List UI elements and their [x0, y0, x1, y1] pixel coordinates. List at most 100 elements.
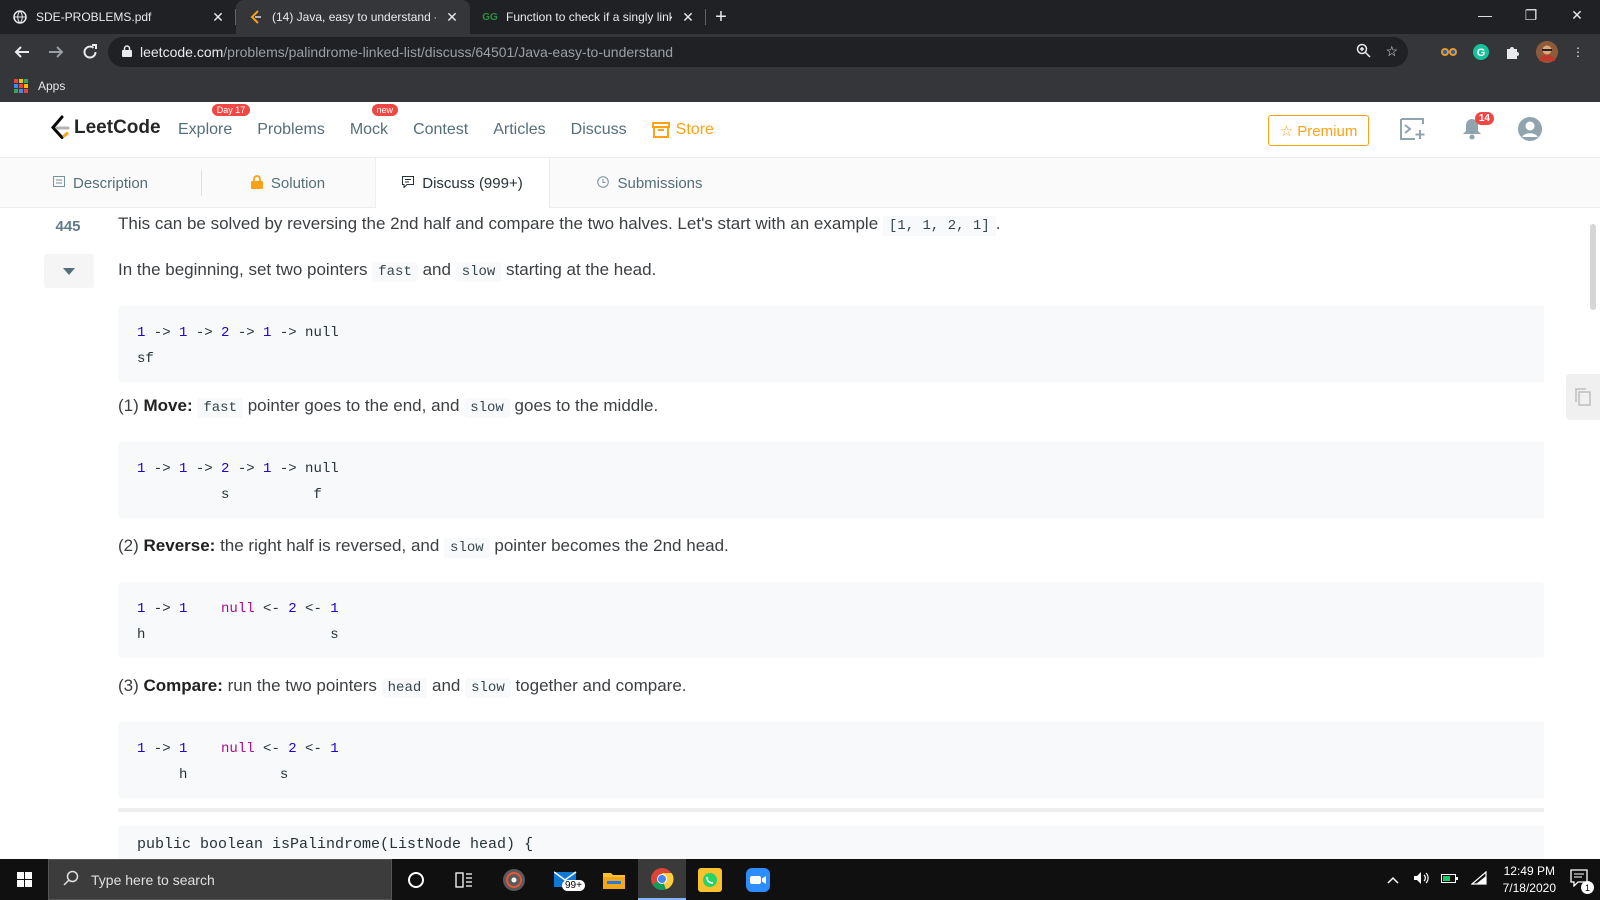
user-avatar-icon[interactable] — [1517, 116, 1543, 147]
tab-label: Submissions — [617, 174, 703, 192]
nav-contest[interactable]: Contest — [413, 121, 468, 139]
close-icon[interactable]: ✕ — [210, 9, 226, 26]
profile-avatar[interactable] — [1535, 40, 1559, 64]
extension-owl-icon[interactable] — [1437, 40, 1461, 64]
text: and — [432, 676, 461, 695]
nav-label: Problems — [257, 121, 325, 138]
tab-title: (14) Java, easy to understand - Le — [272, 10, 436, 24]
tab-leetcode[interactable]: (14) Java, easy to understand - Le ✕ — [236, 0, 470, 34]
bold-text: Reverse: — [143, 536, 216, 555]
nav-explore[interactable]: Explore Day 17 — [178, 104, 251, 139]
bookmark-star-icon[interactable]: ☆ — [1385, 43, 1398, 61]
nav-articles[interactable]: Articles — [493, 121, 545, 139]
intro-paragraph: This can be solved by reversing the 2nd … — [118, 212, 1000, 237]
url-text: leetcode.com/problems/palindrome-linked-… — [140, 44, 673, 60]
playground-icon[interactable] — [1400, 118, 1426, 145]
back-arrow-icon[interactable] — [6, 36, 38, 68]
primary-nav: Explore Day 17 Problems Mock new Contest… — [178, 102, 739, 158]
minimize-icon[interactable]: — — [1462, 0, 1508, 30]
inline-code: slow — [444, 538, 490, 558]
leetcode-logo[interactable]: LeetCode — [48, 114, 161, 142]
zoom-app-icon[interactable] — [734, 859, 782, 900]
system-tray: 12:49 PM 7/18/2020 1 — [1379, 859, 1600, 900]
lock-icon[interactable] — [114, 44, 140, 60]
url-host: leetcode.com — [140, 44, 224, 60]
code-block: 1 -> 1 null <- 2 <- 1 h s — [118, 582, 1544, 658]
apps-shortcut[interactable]: Apps — [38, 79, 65, 93]
tab-sde-problems[interactable]: SDE-PROBLEMS.pdf ✕ — [0, 0, 236, 34]
whatsapp-icon[interactable] — [686, 859, 734, 900]
tab-description[interactable]: Description — [0, 158, 201, 208]
volume-icon[interactable] — [1413, 871, 1429, 888]
close-icon[interactable]: ✕ — [444, 9, 460, 26]
vote-count: 445 — [55, 218, 81, 235]
windows-logo-icon — [16, 872, 32, 887]
nav-mock[interactable]: Mock new — [349, 104, 399, 139]
bell-icon[interactable]: 14 — [1462, 112, 1494, 145]
nav-store[interactable]: Store — [651, 121, 714, 139]
forward-arrow-icon[interactable] — [40, 36, 72, 68]
close-window-icon[interactable]: ✕ — [1554, 0, 1600, 30]
search-icon — [63, 870, 79, 890]
battery-icon[interactable] — [1440, 872, 1459, 887]
wifi-icon[interactable] — [1469, 870, 1487, 888]
step-reverse-paragraph: (2) Reverse: the right half is reversed,… — [118, 534, 729, 559]
premium-button[interactable]: ☆ Premium — [1268, 115, 1369, 146]
address-bar[interactable]: leetcode.com/problems/palindrome-linked-… — [108, 37, 1408, 67]
chrome-menu-icon[interactable]: ⋮ — [1566, 40, 1590, 64]
inline-code: slow — [464, 398, 510, 418]
nav-label: Mock — [349, 121, 389, 138]
inline-code: fast — [197, 398, 243, 418]
taskbar-search[interactable]: Type here to search — [48, 859, 392, 900]
text: goes to the middle. — [514, 396, 659, 415]
text: In the beginning, set two pointers — [118, 260, 368, 279]
nav-problems[interactable]: Problems — [257, 121, 325, 139]
url-path: /problems/palindrome-linked-list/discuss… — [223, 44, 674, 60]
code-line: 1 -> 1 -> 2 -> 1 -> null — [137, 325, 339, 341]
tab-submissions[interactable]: Submissions — [550, 158, 750, 208]
file-explorer-icon[interactable] — [590, 859, 638, 900]
clock-date: 7/18/2020 — [1502, 880, 1556, 895]
code-line: sf — [137, 351, 154, 367]
nav-label: Contest — [413, 121, 469, 138]
task-view-icon[interactable] — [440, 859, 488, 900]
zoom-icon[interactable] — [1356, 43, 1371, 61]
nav-discuss[interactable]: Discuss — [571, 121, 627, 139]
restore-icon[interactable]: ❐ — [1508, 0, 1554, 30]
new-badge: new — [371, 104, 399, 116]
description-icon — [52, 176, 65, 190]
chrome-taskbar-icon[interactable] — [638, 859, 686, 900]
browser-toolbar: leetcode.com/problems/palindrome-linked-… — [0, 34, 1600, 70]
grammarly-icon[interactable]: G — [1469, 40, 1493, 64]
chevron-up-icon[interactable] — [1387, 873, 1399, 887]
copy-icon[interactable] — [1566, 374, 1600, 420]
code-line: public boolean isPalindrome(ListNode hea… — [137, 836, 534, 853]
reload-icon[interactable] — [74, 36, 106, 68]
day-badge: Day 17 — [211, 104, 251, 116]
nav-label: Explore — [178, 121, 233, 138]
tab-geeksforgeeks[interactable]: GG Function to check if a singly linke ✕ — [470, 0, 706, 34]
start-button[interactable] — [0, 859, 48, 900]
action-center-icon[interactable]: 1 — [1570, 869, 1594, 894]
mail-icon[interactable]: 99+ — [544, 859, 592, 900]
new-tab-button[interactable]: + — [706, 0, 736, 34]
text: run the two pointers — [227, 676, 377, 695]
tab-discuss[interactable]: Discuss (999+) — [375, 158, 550, 209]
tab-label: Discuss (999+) — [422, 175, 523, 192]
downvote-button[interactable] — [44, 254, 94, 288]
cortana-icon[interactable] — [392, 859, 440, 900]
taskbar-clock[interactable]: 12:49 PM 7/18/2020 — [1503, 863, 1556, 897]
svg-text:G: G — [1477, 47, 1486, 59]
close-icon[interactable]: ✕ — [680, 9, 696, 26]
leetcode-navbar: LeetCode Explore Day 17 Problems Mock ne… — [0, 102, 1600, 158]
inline-code: slow — [465, 678, 511, 698]
caret-down-icon — [63, 267, 75, 275]
nav-label: Store — [675, 121, 714, 138]
media-player-icon[interactable] — [490, 859, 538, 900]
tab-solution[interactable]: Solution — [201, 158, 375, 208]
browser-tab-strip: SDE-PROBLEMS.pdf ✕ (14) Java, easy to un… — [0, 0, 1600, 34]
text: (3) — [118, 676, 139, 695]
step-compare-paragraph: (3) Compare: run the two pointers head a… — [118, 674, 687, 699]
page-scrollbar[interactable] — [1590, 224, 1596, 310]
extensions-puzzle-icon[interactable] — [1501, 40, 1525, 64]
